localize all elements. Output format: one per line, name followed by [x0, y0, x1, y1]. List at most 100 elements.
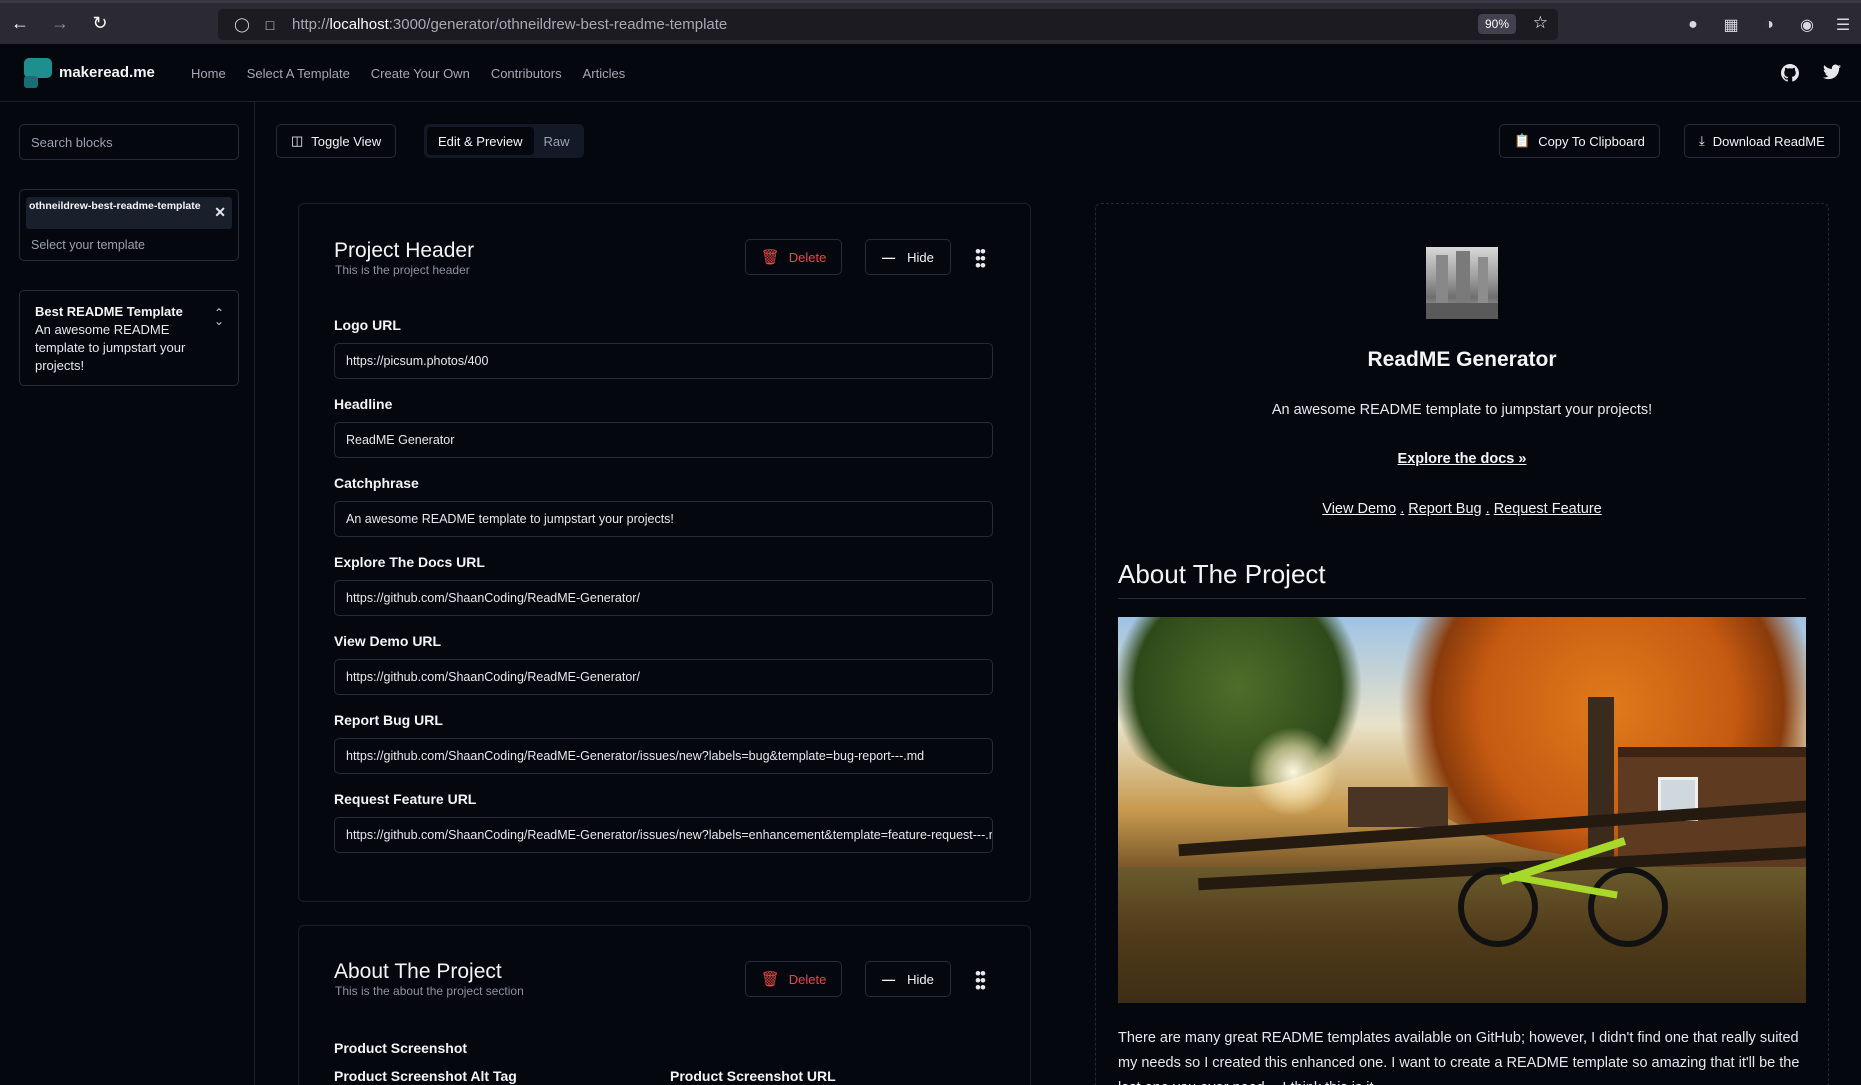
catchphrase-label: Catchphrase	[334, 475, 419, 491]
template-chip: othneildrew-best-readme-template ✕	[26, 197, 232, 229]
template-placeholder[interactable]: Select your template	[31, 238, 145, 252]
hide-label: Hide	[907, 249, 934, 265]
preview-about-heading: About The Project	[1118, 559, 1806, 599]
download-icon: ⤓	[1699, 133, 1705, 148]
preview-logo-image	[1426, 247, 1498, 319]
block-description: An awesome README template to jumpstart …	[35, 322, 186, 373]
extension-icon[interactable]: ◑	[1752, 3, 1786, 47]
extension-icon[interactable]: ●	[1676, 3, 1710, 47]
request-feature-url-label: Request Feature URL	[334, 791, 477, 807]
browser-toolbar: ← → ↻ ◯ □ http://localhost:3000/generato…	[0, 0, 1861, 44]
request-feature-link[interactable]: Request Feature	[1494, 501, 1602, 517]
logo-url-input[interactable]	[334, 343, 993, 379]
download-label: Download ReadME	[1712, 133, 1825, 149]
shield-extension-icon[interactable]: ◉	[1790, 3, 1824, 47]
puzzle-icon[interactable]: ▦	[1714, 3, 1748, 47]
delete-label: Delete	[788, 971, 827, 987]
forward-icon[interactable]: →	[40, 2, 80, 46]
preview-explore-docs: Explore the docs »	[1096, 451, 1828, 467]
preview-catchphrase: An awesome README template to jumpstart …	[1271, 402, 1653, 418]
clipboard-icon: 📋	[1514, 133, 1531, 148]
catchphrase-input[interactable]	[334, 501, 993, 537]
project-header-card: Project Header This is the project heade…	[298, 203, 1031, 902]
copy-label: Copy To Clipboard	[1538, 133, 1645, 149]
nav-select-template[interactable]: Select A Template	[247, 66, 350, 81]
card-subtitle: This is the project header	[335, 263, 470, 277]
reload-icon[interactable]: ↻	[80, 2, 120, 46]
screenshot-alt-label: Product Screenshot Alt Tag	[334, 1068, 517, 1084]
minus-icon: —	[882, 971, 896, 987]
explore-docs-url-label: Explore The Docs URL	[334, 554, 485, 570]
report-bug-link[interactable]: Report Bug	[1408, 501, 1481, 517]
copy-to-clipboard-button[interactable]: 📋 Copy To Clipboard	[1499, 124, 1660, 158]
product-screenshot-label: Product Screenshot	[334, 1040, 468, 1056]
headline-label: Headline	[334, 396, 393, 412]
view-demo-url-label: View Demo URL	[334, 633, 442, 649]
drag-handle-icon[interactable]: •• •• ••	[975, 965, 986, 996]
separator: .	[1485, 501, 1490, 517]
sidebar-panel-icon: ◫	[291, 133, 304, 148]
sidebar: othneildrew-best-readme-template ✕ Selec…	[0, 102, 255, 1085]
remove-template-icon[interactable]: ✕	[214, 205, 226, 219]
screenshot-url-label: Product Screenshot URL	[670, 1068, 836, 1084]
logo-icon[interactable]	[24, 58, 52, 88]
preview-about-text: There are many great README templates av…	[1118, 1030, 1800, 1085]
trash-icon: 🗑	[760, 249, 780, 266]
delete-button[interactable]: 🗑 Delete	[745, 239, 842, 275]
request-feature-url-input[interactable]	[334, 817, 993, 853]
menu-icon[interactable]: ☰	[1826, 3, 1860, 47]
page-icon: □	[265, 16, 275, 33]
delete-button[interactable]: 🗑 Delete	[745, 961, 842, 997]
separator: .	[1400, 501, 1405, 517]
download-readme-button[interactable]: ⤓ Download ReadME	[1684, 124, 1840, 158]
template-select[interactable]: othneildrew-best-readme-template ✕ Selec…	[19, 189, 239, 261]
trash-icon: 🗑	[760, 971, 780, 988]
toggle-view-button[interactable]: ◫ Toggle View	[276, 124, 397, 158]
report-bug-url-label: Report Bug URL	[334, 712, 443, 728]
preview-product-screenshot	[1118, 617, 1806, 1003]
zoom-level[interactable]: 90%	[1477, 14, 1516, 34]
view-demo-link[interactable]: View Demo	[1322, 501, 1396, 517]
bookmark-star-icon[interactable]: ☆	[1533, 13, 1548, 33]
preview-headline: ReadME Generator	[1367, 348, 1557, 371]
view-mode-toggle: Edit & Preview Raw	[424, 124, 584, 158]
nav-create-your-own[interactable]: Create Your Own	[371, 66, 470, 81]
search-blocks-input[interactable]	[19, 124, 239, 160]
drag-handle-icon[interactable]: •• •• ••	[975, 243, 986, 274]
headline-input[interactable]	[334, 422, 993, 458]
hide-label: Hide	[907, 971, 934, 987]
back-icon[interactable]: ←	[0, 2, 40, 46]
card-subtitle: This is the about the project section	[335, 984, 524, 998]
toggle-view-label: Toggle View	[311, 133, 382, 149]
shield-icon[interactable]: ◯	[228, 16, 256, 33]
twitter-icon[interactable]	[1823, 64, 1841, 85]
address-bar[interactable]: ◯ □ http://localhost:3000/generator/othn…	[218, 9, 1558, 40]
explore-docs-url-input[interactable]	[334, 580, 993, 616]
nav-articles[interactable]: Articles	[583, 66, 626, 81]
brand-name[interactable]: makeread.me	[59, 64, 155, 81]
template-chip-label: othneildrew-best-readme-template	[29, 200, 201, 212]
report-bug-url-input[interactable]	[334, 738, 993, 774]
tab-raw[interactable]: Raw	[534, 134, 580, 149]
view-demo-url-input[interactable]	[334, 659, 993, 695]
preview-links: View Demo . Report Bug . Request Feature	[1096, 501, 1828, 517]
card-title: Project Header	[334, 239, 475, 262]
hide-button[interactable]: — Hide	[865, 961, 951, 997]
github-icon[interactable]	[1781, 64, 1799, 87]
nav-contributors[interactable]: Contributors	[491, 66, 562, 81]
app-header: makeread.me Home Select A Template Creat…	[0, 44, 1861, 102]
delete-label: Delete	[788, 249, 827, 265]
hide-button[interactable]: — Hide	[865, 239, 951, 275]
chevron-up-down-icon[interactable]: ⌃ ⌄	[214, 307, 224, 327]
explore-docs-link[interactable]: Explore the docs »	[1398, 451, 1527, 467]
block-title: Best README Template	[35, 304, 183, 319]
about-project-card: About The Project This is the about the …	[298, 925, 1031, 1085]
nav-home[interactable]: Home	[191, 66, 226, 81]
sidebar-block-item[interactable]: Best README Template An awesome README t…	[19, 290, 239, 386]
main-nav: Home Select A Template Create Your Own C…	[191, 66, 625, 81]
tab-edit-preview[interactable]: Edit & Preview	[427, 127, 534, 155]
card-title: About The Project	[334, 960, 502, 983]
minus-icon: —	[882, 249, 896, 265]
url-text[interactable]: http://localhost:3000/generator/othneild…	[292, 16, 727, 33]
logo-url-label: Logo URL	[334, 317, 401, 333]
